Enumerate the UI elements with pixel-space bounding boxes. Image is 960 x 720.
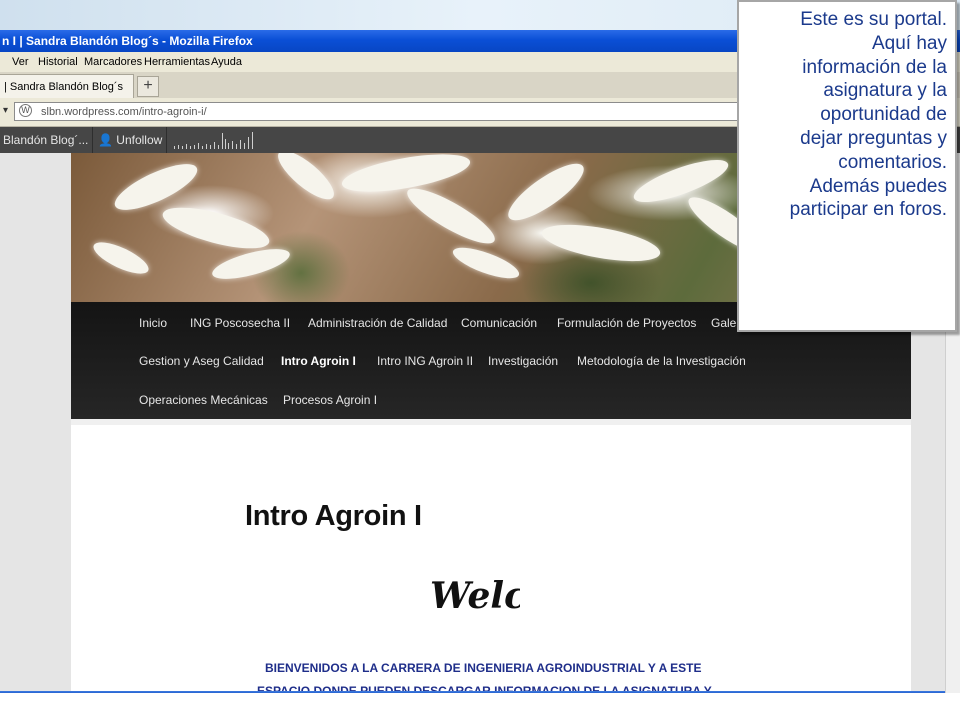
nav-intro-agroin-i[interactable]: Intro Agroin I: [281, 354, 356, 368]
menu-herramientas[interactable]: Herramientas: [144, 52, 210, 72]
menu-marcadores[interactable]: Marcadores: [84, 52, 142, 72]
nav-investigacion[interactable]: Investigación: [488, 354, 558, 368]
toolbar-divider: [166, 127, 167, 153]
wordpress-site-icon: W: [19, 104, 32, 117]
callout-line: asignatura y la: [823, 80, 947, 102]
callout-text: Este es su portal. Aquí hay información …: [737, 8, 947, 222]
nav-metodologia-investigacion[interactable]: Metodología de la Investigación: [577, 354, 746, 368]
nav-gestion-aseg-calidad[interactable]: Gestion y Aseg Calidad: [139, 354, 264, 368]
address-url: slbn.wordpress.com/intro-agroin-i/: [41, 106, 207, 118]
tab-sandra-blog[interactable]: | Sandra Blandón Blog´s: [0, 74, 134, 98]
toolbar-divider: [92, 127, 93, 153]
wp-unfollow-button[interactable]: 👤 Unfollow: [98, 127, 162, 153]
user-icon: 👤: [98, 133, 113, 147]
wp-blog-link[interactable]: Blandón Blog´...: [3, 127, 88, 153]
callout-line: participar en foros.: [789, 199, 947, 221]
nav-inicio[interactable]: Inicio: [139, 316, 167, 330]
menu-ver[interactable]: Ver: [12, 52, 29, 72]
callout-line: comentarios.: [838, 151, 947, 173]
nav-administracion-calidad[interactable]: Administración de Calidad: [308, 316, 447, 330]
nav-formulacion-proyectos[interactable]: Formulación de Proyectos: [557, 316, 696, 330]
callout-line: dejar preguntas y: [800, 127, 947, 149]
nav-operaciones-mecanicas[interactable]: Operaciones Mecánicas: [139, 393, 268, 407]
welcome-text: Welcome: [430, 575, 520, 617]
bottom-blank-area: [0, 693, 960, 720]
page-title: Intro Agroin I: [245, 500, 422, 532]
new-tab-button[interactable]: +: [137, 76, 159, 97]
nav-ing-poscosecha-ii[interactable]: ING Poscosecha II: [190, 316, 290, 330]
callout-line: Aquí hay: [872, 32, 947, 54]
nav-comunicacion[interactable]: Comunicación: [461, 316, 537, 330]
callout-line: oportunidad de: [820, 104, 947, 126]
menu-historial[interactable]: Historial: [38, 52, 78, 72]
address-bar[interactable]: slbn.wordpress.com/intro-agroin-i/: [14, 102, 754, 121]
welcome-paragraph-line1: BIENVENIDOS A LA CARRERA DE INGENIERIA A…: [265, 661, 702, 675]
history-dropdown-icon[interactable]: ▾: [3, 105, 8, 116]
welcome-banner: Welcome: [428, 575, 520, 625]
unfollow-label: Unfollow: [116, 133, 163, 147]
nav-galeria[interactable]: Gale: [711, 316, 736, 330]
callout-line: Este es su portal.: [800, 9, 947, 30]
menu-ayuda[interactable]: Ayuda: [211, 52, 242, 72]
callout-line: Además puedes: [809, 175, 947, 197]
nav-intro-ing-agroin-ii[interactable]: Intro ING Agroin II: [377, 354, 473, 368]
stats-sparkline-icon[interactable]: [172, 131, 258, 149]
callout-line: información de la: [802, 56, 947, 78]
annotation-callout: Este es su portal. Aquí hay información …: [737, 0, 957, 332]
page-content: [71, 419, 911, 693]
nav-procesos-agroin-i[interactable]: Procesos Agroin I: [283, 393, 377, 407]
window-title: n I | Sandra Blandón Blog´s - Mozilla Fi…: [2, 34, 253, 48]
